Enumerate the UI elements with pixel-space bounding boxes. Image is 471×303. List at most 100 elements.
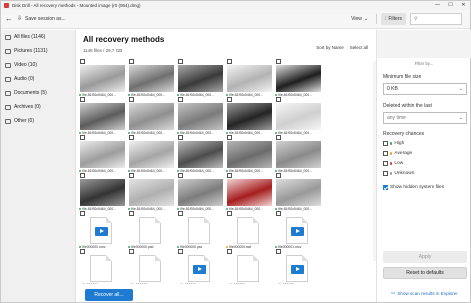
reset-defaults-button[interactable]: Reset to defaults (383, 267, 467, 279)
sidebar-item-other[interactable]: Other (0) (1, 114, 75, 128)
tile-checkbox[interactable] (80, 97, 85, 102)
chance-average-checkbox[interactable]: Average (383, 151, 412, 156)
file-name-text: file000003.psx (229, 283, 251, 284)
tile-checkbox[interactable] (227, 211, 232, 216)
deleted-within-value: any time (387, 115, 406, 121)
tile-checkbox[interactable] (178, 249, 183, 254)
tile-checkbox[interactable] (80, 249, 85, 254)
tile-checkbox[interactable] (227, 59, 232, 64)
file-tile[interactable]: file-81f92c5464_000... (175, 172, 224, 212)
file-tile[interactable]: file-81f92c5464_000... (224, 58, 273, 98)
tile-checkbox[interactable] (178, 211, 183, 216)
save-session-button[interactable]: ⇩ Save session as... (17, 15, 66, 23)
file-tile[interactable]: file-81f92c5464_000... (126, 134, 175, 174)
tile-checkbox[interactable] (276, 135, 281, 140)
tile-checkbox[interactable] (80, 59, 85, 64)
file-tile[interactable]: file-81f92c5464_000... (273, 172, 322, 212)
tile-checkbox[interactable] (129, 59, 134, 64)
tile-checkbox[interactable] (129, 135, 134, 140)
file-tile[interactable]: file-81f92c5464_000... (77, 134, 126, 174)
tile-checkbox[interactable] (227, 249, 232, 254)
file-tile[interactable]: file-81f92c5464_000... (273, 134, 322, 174)
min-size-select[interactable]: 0 KB ⌄ (383, 83, 467, 95)
file-tile[interactable]: file000001.psx (77, 248, 126, 284)
recover-all-button[interactable]: Recover all... (85, 289, 133, 301)
file-tile[interactable]: file-81f92c5464_000... (126, 96, 175, 136)
checkbox[interactable] (383, 141, 388, 146)
tile-checkbox[interactable] (129, 249, 134, 254)
checkbox[interactable] (383, 185, 388, 190)
select-all-dropdown[interactable]: Select all (350, 45, 368, 50)
sort-by-dropdown[interactable]: Sort by Name (316, 45, 344, 50)
file-tile[interactable]: file-81f92c5464_000... (175, 96, 224, 136)
checkbox[interactable] (383, 161, 388, 166)
sidebar-item-documents[interactable]: Documents (5) (1, 86, 75, 100)
tile-checkbox[interactable] (227, 173, 232, 178)
tile-checkbox[interactable] (80, 135, 85, 140)
minimize-button[interactable]: — (431, 1, 444, 10)
file-tile[interactable]: file000002.mov (175, 248, 224, 284)
search-input[interactable]: ⚲ (410, 13, 462, 25)
file-tile[interactable]: file-81f92c5464_000... (77, 58, 126, 98)
chance-high-checkbox[interactable]: High (383, 141, 404, 146)
tile-checkbox[interactable] (80, 173, 85, 178)
maximize-button[interactable]: ☐ (444, 1, 457, 10)
filters-button[interactable]: ⫶ Filters (381, 13, 406, 25)
tile-checkbox[interactable] (178, 97, 183, 102)
sidebar-item-video[interactable]: Video (10) (1, 58, 75, 72)
tile-checkbox[interactable] (129, 211, 134, 216)
tile-checkbox[interactable] (80, 211, 85, 216)
checkbox[interactable] (383, 151, 388, 156)
sidebar-item-audio[interactable]: Audio (0) (1, 72, 75, 86)
file-tile[interactable]: file-81f92c5464_000... (126, 58, 175, 98)
tile-checkbox[interactable] (227, 135, 232, 140)
tile-checkbox[interactable] (129, 173, 134, 178)
file-tile[interactable]: file-81f92c5464_000... (224, 134, 273, 174)
file-tile[interactable]: file000003.mov (273, 248, 322, 284)
tile-checkbox[interactable] (276, 249, 281, 254)
file-name-text: file000002.mov (180, 283, 203, 284)
sidebar-item-pictures[interactable]: Pictures (1131) (1, 44, 75, 58)
file-tile[interactable]: file000002.psx (126, 248, 175, 284)
filter-caption: Filter by... (414, 61, 434, 66)
file-tile[interactable]: file-81f92c5464_000... (175, 58, 224, 98)
filter-icon: ⫶ (385, 16, 387, 22)
apply-button[interactable]: Apply (383, 251, 467, 263)
tile-checkbox[interactable] (276, 211, 281, 216)
tile-checkbox[interactable] (227, 97, 232, 102)
tile-checkbox[interactable] (276, 97, 281, 102)
sidebar-item-all-files[interactable]: All files (1146) (1, 30, 75, 44)
close-button[interactable]: ✕ (457, 1, 470, 10)
file-tile[interactable]: file-81f92c5464_000... (175, 134, 224, 174)
file-tile[interactable]: file000000.mov (77, 210, 126, 250)
document-file-icon (237, 255, 259, 282)
back-arrow-icon[interactable]: ← (5, 14, 13, 23)
tile-checkbox[interactable] (276, 59, 281, 64)
deleted-within-select[interactable]: any time ⌄ (383, 112, 467, 124)
tile-checkbox[interactable] (178, 173, 183, 178)
file-tile[interactable]: file-81f92c5464_000... (77, 172, 126, 212)
tile-checkbox[interactable] (129, 97, 134, 102)
photo-thumbnail (129, 103, 174, 130)
show-in-explorer-link[interactable]: ▭ Show scan results in Explorer (391, 290, 458, 296)
file-tile[interactable]: file-81f92c5464_000... (126, 172, 175, 212)
checkbox[interactable] (383, 171, 388, 176)
file-tile[interactable]: file-81f92c5464_000... (273, 96, 322, 136)
file-tile[interactable]: file000000.psd (126, 210, 175, 250)
file-tile[interactable]: file-81f92c5464_000... (77, 96, 126, 136)
tile-checkbox[interactable] (178, 59, 183, 64)
tile-checkbox[interactable] (178, 135, 183, 140)
file-tile[interactable]: file000000.swf (224, 210, 273, 250)
file-tile[interactable]: file-81f92c5464_000... (273, 58, 322, 98)
file-tile[interactable]: file-81f92c5464_000... (224, 172, 273, 212)
sidebar-item-archives[interactable]: Archives (0) (1, 100, 75, 114)
chance-low-checkbox[interactable]: Low (383, 161, 403, 166)
file-tile[interactable]: file-81f92c5464_000... (224, 96, 273, 136)
view-button[interactable]: View ⌄ (347, 13, 372, 25)
show-hidden-files-checkbox[interactable]: Show hidden system files (383, 185, 444, 190)
file-tile[interactable]: file000001.mov (273, 210, 322, 250)
file-tile[interactable]: file000003.psx (224, 248, 273, 284)
chance-unknown-checkbox[interactable]: Unknown (383, 171, 414, 176)
tile-checkbox[interactable] (276, 173, 281, 178)
file-tile[interactable]: file000000.psx (175, 210, 224, 250)
